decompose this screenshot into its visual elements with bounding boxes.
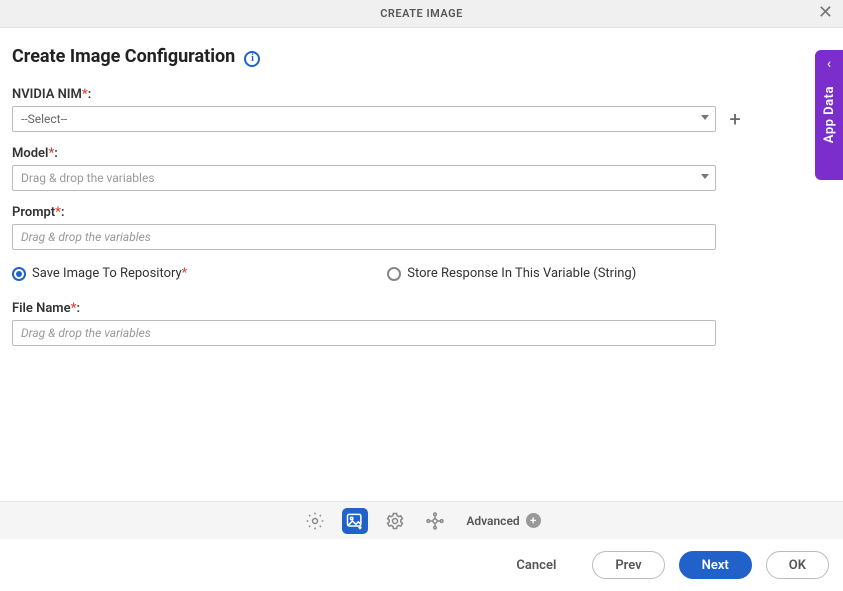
field-nvidia-nim: NVIDIA NIM*: --Select-- + <box>12 87 831 132</box>
image-icon[interactable] <box>342 508 368 534</box>
cancel-button[interactable]: Cancel <box>494 551 578 579</box>
gear-icon[interactable] <box>302 508 328 534</box>
prompt-label: Prompt*: <box>12 205 831 220</box>
filename-input[interactable]: Drag & drop the variables <box>12 320 716 346</box>
select-value: --Select-- <box>21 112 67 126</box>
advanced-toggle[interactable]: Advanced + <box>466 513 540 528</box>
filename-label: File Name*: <box>12 301 831 316</box>
next-button[interactable]: Next <box>679 551 752 579</box>
model-select[interactable]: Drag & drop the variables <box>12 165 716 191</box>
plus-circle-icon: + <box>526 513 541 528</box>
field-model: Model*: Drag & drop the variables <box>12 146 831 191</box>
flow-icon[interactable] <box>422 508 448 534</box>
field-prompt: Prompt*: Drag & drop the variables <box>12 205 831 250</box>
chevron-down-icon <box>701 174 709 179</box>
label-colon: : <box>54 146 58 161</box>
model-label: Model*: <box>12 146 831 161</box>
footer-toolbar: Advanced + <box>0 501 843 539</box>
chevron-left-icon: ‹ <box>827 56 831 72</box>
radio-label: Store Response In This Variable (String) <box>407 266 636 281</box>
radio-off-icon <box>387 267 401 281</box>
app-data-side-tab[interactable]: ‹ App Data <box>815 50 843 180</box>
field-filename: File Name*: Drag & drop the variables <box>12 301 831 346</box>
required-marker: * <box>182 266 188 281</box>
gear-outline-icon[interactable] <box>382 508 408 534</box>
label-text: File Name <box>12 301 71 316</box>
select-placeholder: Drag & drop the variables <box>21 171 155 185</box>
radio-store-response[interactable]: Store Response In This Variable (String) <box>387 266 636 281</box>
output-radio-group: Save Image To Repository* Store Response… <box>12 266 831 281</box>
ok-button[interactable]: OK <box>766 551 829 579</box>
button-bar: Cancel Prev Next OK <box>0 539 843 591</box>
input-placeholder: Drag & drop the variables <box>21 230 151 244</box>
modal-header: CREATE IMAGE ✕ <box>0 0 843 28</box>
label-colon: : <box>88 87 92 102</box>
prompt-input[interactable]: Drag & drop the variables <box>12 224 716 250</box>
app-data-label: App Data <box>822 86 837 143</box>
label-colon: : <box>76 301 80 316</box>
radio-save-image[interactable]: Save Image To Repository* <box>12 266 187 281</box>
page-title: Create Image Configuration <box>12 46 235 67</box>
nvidia-nim-label: NVIDIA NIM*: <box>12 87 831 102</box>
radio-label-text: Save Image To Repository <box>32 266 182 281</box>
prev-button[interactable]: Prev <box>592 551 664 579</box>
label-text: NVIDIA NIM <box>12 87 82 102</box>
radio-on-icon <box>12 267 26 281</box>
nvidia-nim-select[interactable]: --Select-- <box>12 106 716 132</box>
label-text: Model <box>12 146 48 161</box>
modal-body: Create Image Configuration i NVIDIA NIM*… <box>0 28 843 501</box>
info-icon[interactable]: i <box>244 51 260 67</box>
add-nim-icon[interactable]: + <box>726 109 744 129</box>
close-icon[interactable]: ✕ <box>818 4 833 22</box>
radio-label: Save Image To Repository* <box>32 266 187 281</box>
label-text: Prompt <box>12 205 55 220</box>
heading-row: Create Image Configuration i <box>12 46 831 67</box>
modal-title: CREATE IMAGE <box>380 7 463 20</box>
chevron-down-icon <box>701 115 709 120</box>
advanced-label: Advanced <box>466 514 519 528</box>
input-placeholder: Drag & drop the variables <box>21 326 151 340</box>
label-colon: : <box>61 205 65 220</box>
